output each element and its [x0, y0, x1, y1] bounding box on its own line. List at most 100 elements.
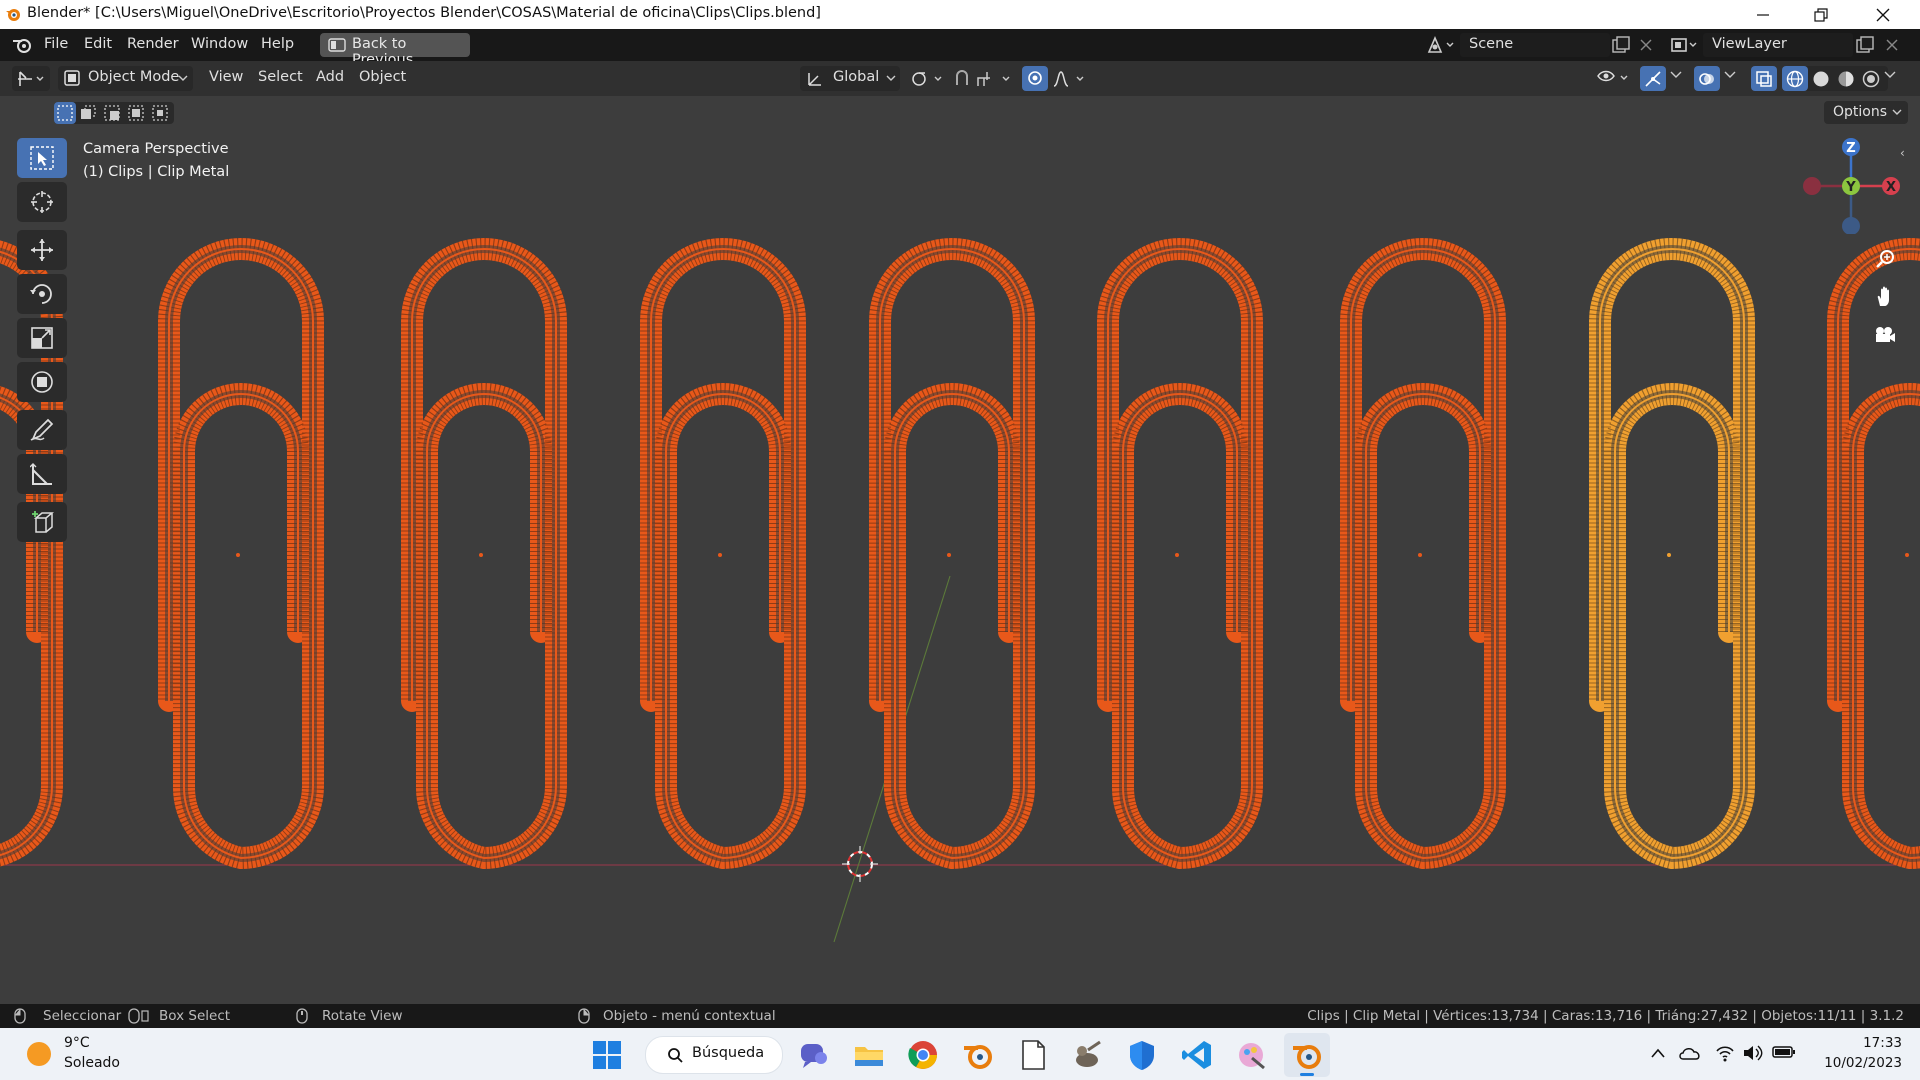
pivot-point-icon[interactable]	[910, 69, 946, 89]
delete-view-layer-icon[interactable]	[1886, 39, 1898, 51]
chevron-down-icon[interactable]	[1670, 70, 1682, 80]
minimize-button[interactable]	[1734, 0, 1792, 29]
scene-statistics: Clips | Clip Metal | Vértices:13,734 | C…	[1307, 1008, 1904, 1024]
mode-dropdown[interactable]: Object Mode	[58, 66, 193, 91]
scene-icon[interactable]	[1426, 35, 1456, 55]
delete-scene-icon[interactable]	[1640, 39, 1652, 51]
menu-render[interactable]: Render	[127, 36, 179, 52]
wifi-icon[interactable]	[1715, 1044, 1735, 1062]
restore-button[interactable]	[1792, 0, 1850, 29]
taskbar-search-box[interactable]: Búsqueda	[645, 1036, 783, 1074]
proportional-editing-button[interactable]	[1022, 66, 1048, 91]
tool-cursor[interactable]	[17, 182, 67, 222]
chevron-down-icon[interactable]	[1884, 70, 1896, 80]
visibility-icon[interactable]	[1596, 68, 1632, 88]
paperclip[interactable]	[401, 238, 567, 870]
chrome-icon[interactable]	[906, 1038, 940, 1072]
blender-active-taskbar-button[interactable]	[1284, 1033, 1330, 1077]
chevron-up-icon[interactable]	[1650, 1047, 1666, 1059]
menu-select[interactable]: Select	[258, 69, 303, 85]
tool-scale[interactable]	[17, 318, 67, 358]
volume-icon[interactable]	[1742, 1044, 1764, 1062]
falloff-icon[interactable]	[1052, 69, 1088, 89]
menu-help[interactable]: Help	[261, 36, 294, 52]
gizmo-toggle[interactable]	[1640, 66, 1666, 91]
wireframe-shading-button[interactable]	[1782, 66, 1808, 91]
clock[interactable]: 17:33 10/02/2023	[1810, 1033, 1902, 1073]
proportional-editing-icon	[1028, 71, 1042, 85]
view-layer-icon[interactable]	[1670, 35, 1700, 55]
sidebar-toggle-icon[interactable]: ‹	[1900, 146, 1905, 160]
menu-file[interactable]: File	[44, 36, 68, 52]
3d-cursor[interactable]	[842, 846, 878, 882]
blender-active-icon	[1293, 1045, 1321, 1069]
svg-text:Z: Z	[1846, 141, 1855, 156]
snap-target-icon[interactable]	[976, 69, 1016, 89]
paint-app-icon[interactable]	[1234, 1038, 1268, 1072]
move-icon	[31, 239, 53, 261]
rotate-icon	[30, 284, 52, 304]
view-layer-field[interactable]: ViewLayer	[1703, 33, 1853, 57]
navigation-gizmo[interactable]: Z X Y	[1800, 134, 1900, 234]
tool-measure[interactable]	[17, 454, 67, 494]
blender-menu-icon[interactable]	[12, 36, 32, 54]
scene-field[interactable]: Scene	[1460, 33, 1610, 57]
object-origin-dot	[1905, 553, 1909, 557]
tool-select-box[interactable]	[17, 138, 67, 178]
vscode-icon[interactable]	[1180, 1038, 1214, 1072]
orientation-dropdown[interactable]: Global	[800, 66, 900, 91]
paperclip[interactable]	[640, 238, 806, 870]
sun-weather-icon[interactable]	[26, 1041, 52, 1067]
file-explorer-icon[interactable]	[852, 1038, 886, 1072]
paperclip-selected[interactable]	[1589, 238, 1755, 870]
tool-add-cube[interactable]	[17, 502, 67, 542]
menu-window[interactable]: Window	[191, 36, 248, 52]
status-select: Seleccionar	[43, 1008, 122, 1024]
tool-transform[interactable]	[17, 362, 67, 402]
rendered-shading-icon[interactable]	[1862, 70, 1880, 88]
svg-text:Y: Y	[1845, 180, 1856, 195]
new-view-layer-icon[interactable]	[1856, 36, 1874, 54]
gimp-icon[interactable]	[1070, 1038, 1104, 1072]
menu-view[interactable]: View	[209, 69, 243, 85]
menu-object[interactable]: Object	[359, 69, 406, 85]
paperclip[interactable]	[1097, 238, 1263, 870]
object-mode-icon	[64, 70, 80, 86]
camera-view-button[interactable]	[1868, 318, 1902, 352]
new-scene-icon[interactable]	[1612, 36, 1630, 54]
3d-viewport[interactable]: Options Camera Perspective (1) Clips | C…	[0, 96, 1920, 1004]
windows-start-icon[interactable]	[590, 1038, 624, 1072]
menu-add[interactable]: Add	[316, 69, 344, 85]
back-to-previous-button[interactable]: Back to Previous	[320, 33, 470, 68]
hand-icon	[1877, 286, 1889, 306]
menu-edit[interactable]: Edit	[84, 36, 112, 52]
tool-rotate[interactable]	[17, 274, 67, 314]
paperclip[interactable]	[869, 238, 1035, 870]
overlays-toggle[interactable]	[1694, 66, 1720, 91]
battery-icon[interactable]	[1772, 1045, 1796, 1059]
weather-widget[interactable]: 9°C Soleado	[64, 1033, 120, 1073]
defender-shield-icon[interactable]	[1125, 1038, 1159, 1072]
material-shading-icon[interactable]	[1837, 70, 1855, 88]
xray-toggle[interactable]	[1751, 66, 1777, 91]
snap-icon[interactable]	[952, 69, 972, 89]
scale-icon	[31, 327, 53, 349]
pan-view-button[interactable]	[1868, 280, 1902, 314]
measure-icon	[30, 463, 52, 485]
zoom-view-button[interactable]	[1868, 242, 1902, 276]
editor-type-button[interactable]	[12, 66, 50, 91]
teams-chat-icon[interactable]	[797, 1038, 831, 1072]
blender-taskbar-icon[interactable]	[961, 1038, 995, 1072]
solid-shading-icon[interactable]	[1812, 70, 1830, 88]
chevron-down-icon[interactable]	[1724, 70, 1736, 80]
notepad-icon[interactable]	[1016, 1038, 1050, 1072]
xray-icon	[1756, 71, 1772, 87]
tool-move[interactable]	[17, 230, 67, 270]
tool-annotate[interactable]	[17, 410, 67, 450]
onedrive-cloud-icon[interactable]	[1678, 1045, 1702, 1061]
camera-icon	[1876, 327, 1895, 342]
paperclip[interactable]	[158, 238, 324, 870]
close-button[interactable]	[1854, 0, 1912, 29]
search-label: Búsqueda	[692, 1045, 765, 1061]
paperclip[interactable]	[1340, 238, 1506, 870]
